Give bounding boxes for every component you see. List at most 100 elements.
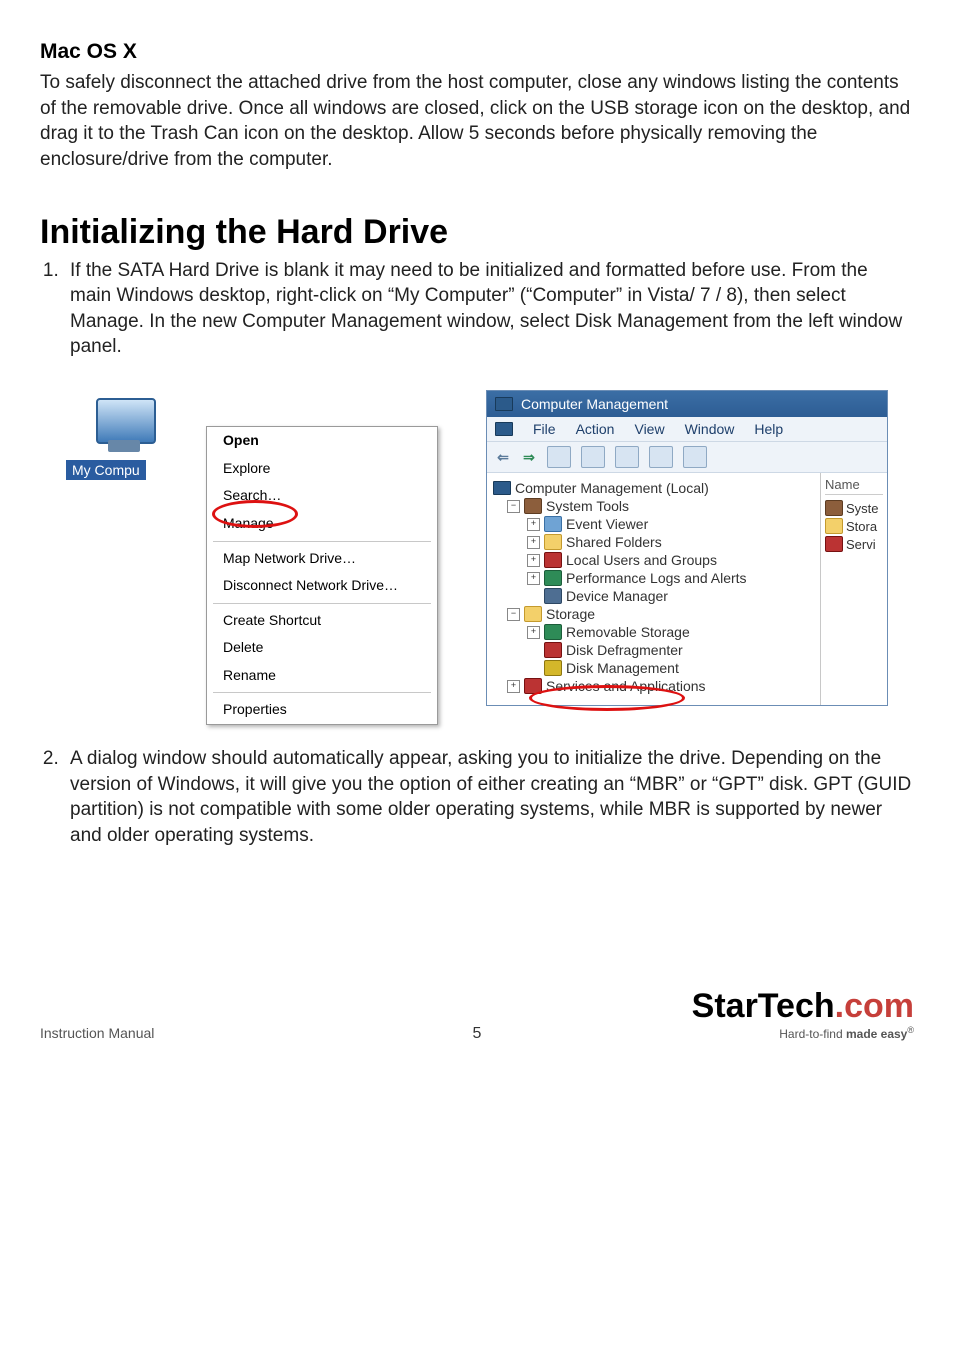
storage-icon <box>524 606 542 622</box>
highlight-diskmgmt <box>529 685 685 711</box>
menu-view[interactable]: View <box>634 421 664 437</box>
forward-icon[interactable]: ⇒ <box>521 449 537 465</box>
tree-perf[interactable]: + Performance Logs and Alerts <box>527 569 816 587</box>
monitor-base-icon <box>108 440 140 452</box>
tree-eventviewer[interactable]: + Event Viewer <box>527 515 816 533</box>
tree-shared[interactable]: + Shared Folders <box>527 533 816 551</box>
menubar-icon <box>495 422 513 436</box>
menu-file[interactable]: File <box>533 421 556 437</box>
tree-defrag-label: Disk Defragmenter <box>566 642 683 658</box>
right-row-2[interactable]: Stora <box>825 517 883 535</box>
footer-left: Instruction Manual <box>40 1025 154 1041</box>
right-row-1-label: Syste <box>846 501 879 516</box>
toolbar-icon-1[interactable] <box>547 446 571 468</box>
back-icon[interactable]: ⇐ <box>495 449 511 465</box>
services-icon <box>825 536 843 552</box>
expand-icon[interactable]: + <box>527 626 540 639</box>
menu-rename[interactable]: Rename <box>207 662 437 690</box>
menu-properties[interactable]: Properties <box>207 696 437 724</box>
menu-help[interactable]: Help <box>754 421 783 437</box>
tree-diskmgmt-label: Disk Management <box>566 660 679 676</box>
menu-create-shortcut[interactable]: Create Shortcut <box>207 607 437 635</box>
menu-explore[interactable]: Explore <box>207 455 437 483</box>
right-row-3-label: Servi <box>846 537 876 552</box>
collapse-icon[interactable]: − <box>507 500 520 513</box>
tree-systools[interactable]: − System Tools <box>507 497 816 515</box>
tree-storage-label: Storage <box>546 606 595 622</box>
removable-icon <box>544 624 562 640</box>
startech-logo: StarTech.com Hard-to-find made easy® <box>692 989 914 1041</box>
menu-window[interactable]: Window <box>685 421 735 437</box>
logo-main: StarTech <box>692 987 835 1025</box>
menu-map-drive[interactable]: Map Network Drive… <box>207 545 437 573</box>
macosx-body: To safely disconnect the attached drive … <box>40 70 914 173</box>
right-row-3[interactable]: Servi <box>825 535 883 553</box>
mycomputer-icon[interactable]: My Compu <box>66 390 166 480</box>
logo-tag-2: made easy <box>846 1027 907 1041</box>
tools-icon <box>524 498 542 514</box>
menu-delete[interactable]: Delete <box>207 634 437 662</box>
window-titlebar: Computer Management <box>487 391 887 417</box>
tree-users[interactable]: + Local Users and Groups <box>527 551 816 569</box>
nav-tree: Computer Management (Local) − System Too… <box>487 473 821 705</box>
tree-removable-label: Removable Storage <box>566 624 690 640</box>
page-footer: Instruction Manual 5 StarTech.com Hard-t… <box>40 989 914 1041</box>
perf-icon <box>544 570 562 586</box>
tree-removable[interactable]: + Removable Storage <box>527 623 816 641</box>
mycomputer-screenshot: My Compu Open Explore Search… Manage Map… <box>66 390 446 700</box>
steps-list-2: A dialog window should automatically app… <box>40 746 914 849</box>
logo-tag-1: Hard-to-find <box>779 1027 846 1041</box>
event-icon <box>544 516 562 532</box>
monitor-icon <box>96 398 156 444</box>
logo-dotcom: .com <box>835 987 914 1025</box>
step-2: A dialog window should automatically app… <box>64 746 914 849</box>
context-menu: Open Explore Search… Manage Map Network … <box>206 426 438 725</box>
right-column: Name Syste Stora Servi <box>821 473 887 705</box>
initializing-heading: Initializing the Hard Drive <box>40 213 914 252</box>
diskmgmt-icon <box>544 660 562 676</box>
logo-tagline: Hard-to-find made easy® <box>692 1025 914 1041</box>
tree-diskmgmt[interactable]: Disk Management <box>527 659 816 677</box>
tree-defrag[interactable]: Disk Defragmenter <box>527 641 816 659</box>
logo-text: StarTech.com <box>692 989 914 1023</box>
tree-eventviewer-label: Event Viewer <box>566 516 648 532</box>
computer-management-window: Computer Management File Action View Win… <box>486 390 888 706</box>
menubar: File Action View Window Help <box>487 417 887 441</box>
page-number: 5 <box>473 1025 482 1043</box>
toolbar-icon-5[interactable] <box>683 446 707 468</box>
window-title: Computer Management <box>521 396 668 412</box>
storage-icon <box>825 518 843 534</box>
computer-icon <box>493 481 511 495</box>
menu-open[interactable]: Open <box>207 427 437 455</box>
steps-list: If the SATA Hard Drive is blank it may n… <box>40 258 914 361</box>
tree-users-label: Local Users and Groups <box>566 552 717 568</box>
tree-storage[interactable]: − Storage <box>507 605 816 623</box>
screenshot-row: My Compu Open Explore Search… Manage Map… <box>40 390 914 706</box>
menu-action[interactable]: Action <box>576 421 615 437</box>
tree-systools-label: System Tools <box>546 498 629 514</box>
highlight-manage <box>212 500 298 528</box>
defrag-icon <box>544 642 562 658</box>
mgmt-body: Computer Management (Local) − System Too… <box>487 473 887 705</box>
tree-root[interactable]: Computer Management (Local) <box>493 479 816 497</box>
menu-disconnect-drive[interactable]: Disconnect Network Drive… <box>207 572 437 600</box>
folder-icon <box>544 534 562 550</box>
toolbar-icon-3[interactable] <box>615 446 639 468</box>
tree-devmgr[interactable]: Device Manager <box>527 587 816 605</box>
collapse-icon[interactable]: − <box>507 608 520 621</box>
expand-icon[interactable]: + <box>527 536 540 549</box>
tree-perf-label: Performance Logs and Alerts <box>566 570 747 586</box>
expand-icon[interactable]: + <box>527 518 540 531</box>
right-row-1[interactable]: Syste <box>825 499 883 517</box>
users-icon <box>544 552 562 568</box>
step-1: If the SATA Hard Drive is blank it may n… <box>64 258 914 361</box>
right-row-2-label: Stora <box>846 519 877 534</box>
window-icon <box>495 397 513 411</box>
toolbar: ⇐ ⇒ <box>487 441 887 473</box>
expand-icon[interactable]: + <box>527 572 540 585</box>
expand-icon[interactable]: + <box>507 680 520 693</box>
toolbar-icon-4[interactable] <box>649 446 673 468</box>
toolbar-icon-2[interactable] <box>581 446 605 468</box>
registered-icon: ® <box>907 1025 914 1035</box>
expand-icon[interactable]: + <box>527 554 540 567</box>
